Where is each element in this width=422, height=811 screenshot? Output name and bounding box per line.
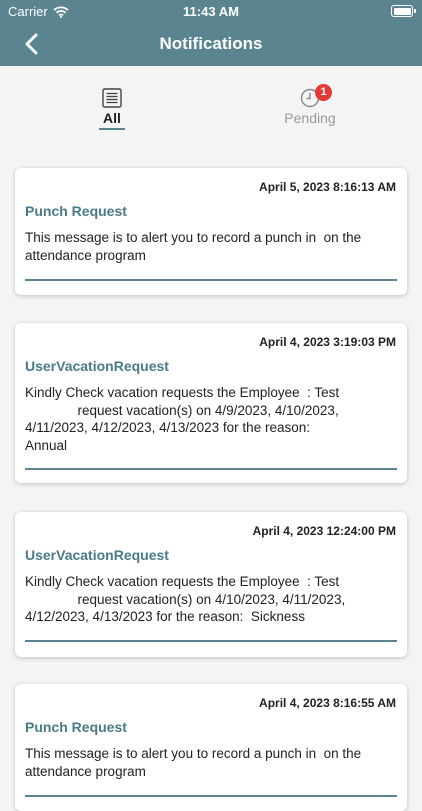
app-header: Carrier 11:43 AM Notifications: [0, 0, 422, 66]
notification-message: Kindly Check vacation requests the Emplo…: [25, 385, 340, 453]
notification-message: This message is to alert you to record a…: [25, 230, 365, 263]
notification-title: Punch Request: [25, 203, 127, 219]
notification-title: UserVacationRequest: [25, 547, 169, 563]
card-divider: [25, 279, 397, 281]
card-divider: [25, 640, 397, 642]
battery-icon: [391, 5, 416, 17]
notification-time: April 4, 2023 12:24:00 PM: [252, 524, 396, 538]
notification-time: April 5, 2023 8:16:13 AM: [259, 180, 396, 194]
notification-message: Kindly Check vacation requests the Emplo…: [25, 574, 346, 624]
page-title: Notifications: [159, 34, 263, 53]
notification-card[interactable]: April 4, 2023 3:19:03 PM UserVacationReq…: [15, 323, 407, 483]
card-divider: [25, 468, 397, 470]
tab-all-label: All: [103, 110, 121, 126]
notification-card[interactable]: April 4, 2023 12:24:00 PM UserVacationRe…: [15, 512, 407, 657]
tab-all[interactable]: All: [62, 84, 162, 130]
tab-pending-label: Pending: [284, 110, 336, 126]
status-bar: Carrier 11:43 AM: [0, 0, 422, 22]
notification-card[interactable]: April 4, 2023 8:16:55 AM Punch Request T…: [15, 684, 407, 811]
notification-list: April 5, 2023 8:16:13 AM Punch Request T…: [0, 150, 422, 811]
card-divider: [25, 795, 397, 797]
list-icon: [102, 88, 122, 108]
notification-time: April 4, 2023 3:19:03 PM: [259, 335, 396, 349]
nav-bar: Notifications: [0, 24, 422, 64]
notification-title: Punch Request: [25, 719, 127, 735]
active-tab-indicator: [99, 128, 125, 130]
pending-count-badge: 1: [315, 84, 332, 101]
tab-pending[interactable]: 1 Pending: [260, 84, 360, 126]
notification-time: April 4, 2023 8:16:55 AM: [259, 696, 396, 710]
notification-title: UserVacationRequest: [25, 358, 169, 374]
tab-bar: All 1 Pending: [0, 66, 422, 150]
notification-message: This message is to alert you to record a…: [25, 746, 365, 779]
notification-card[interactable]: April 5, 2023 8:16:13 AM Punch Request T…: [15, 168, 407, 295]
status-time: 11:43 AM: [183, 4, 239, 19]
